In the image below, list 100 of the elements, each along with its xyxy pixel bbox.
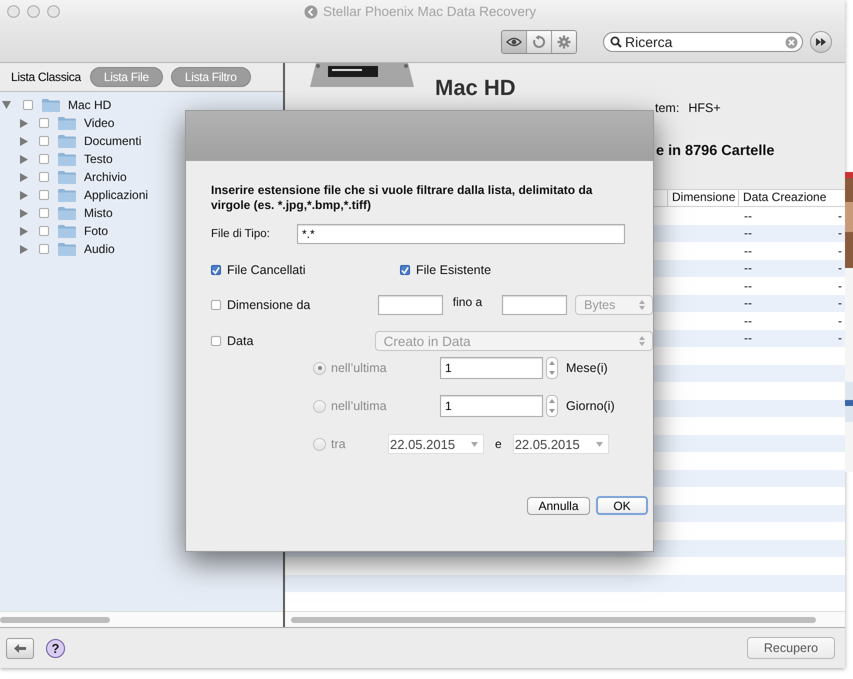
- unit-label: Giorno(i): [566, 399, 615, 413]
- clear-icon: [785, 36, 798, 49]
- updown-icon: [639, 300, 645, 310]
- table-cell-text: -: [837, 261, 842, 276]
- checkbox-label[interactable]: File Cancellati: [227, 263, 306, 277]
- column-header[interactable]: Dimensione: [667, 190, 738, 206]
- tree-item[interactable]: Documenti: [84, 134, 142, 148]
- help-button[interactable]: ?: [46, 638, 65, 658]
- checkbox[interactable]: [23, 100, 33, 110]
- scan-summary: e in 8796 Cartelle: [656, 143, 774, 159]
- table-cell-text: --: [743, 331, 753, 346]
- dropdown-arrow-icon: [596, 442, 603, 446]
- view-tab[interactable]: Lista Classica: [10, 67, 82, 87]
- field-label: File di Tipo:: [211, 228, 271, 240]
- stepper-icon: [546, 395, 558, 417]
- table-cell-text: --: [743, 296, 753, 310]
- ok-button[interactable]: OK: [596, 496, 648, 515]
- tree-item[interactable]: Foto: [84, 224, 108, 238]
- table-cell-text: --: [743, 208, 753, 223]
- table-cell-text: -: [837, 296, 842, 310]
- tree-item[interactable]: Mac HD: [68, 98, 112, 112]
- checkbox[interactable]: [39, 190, 49, 200]
- checkbox[interactable]: [39, 244, 49, 254]
- tree-item[interactable]: Audio: [84, 242, 115, 256]
- dropdown-arrow-icon: [471, 442, 478, 446]
- file-type-field[interactable]: *.*: [297, 224, 625, 244]
- cancel-button[interactable]: Annulla: [527, 496, 590, 514]
- file-system-value: HFS+: [688, 101, 721, 115]
- expand-triangle-icon[interactable]: [20, 190, 28, 200]
- file-system-label: tem:: [655, 101, 680, 115]
- expand-triangle-icon[interactable]: [20, 136, 28, 146]
- expand-triangle-icon[interactable]: [20, 244, 28, 254]
- size-to-field[interactable]: [502, 295, 568, 315]
- size-from-field[interactable]: [378, 295, 443, 315]
- folder-icon: [58, 224, 76, 238]
- forward-button[interactable]: [810, 31, 832, 53]
- refresh-button[interactable]: [527, 31, 552, 53]
- checkbox[interactable]: [39, 136, 49, 146]
- checkbox[interactable]: [39, 172, 49, 182]
- checkbox[interactable]: [39, 118, 49, 128]
- folder-icon: [58, 134, 76, 148]
- settings-icon: [557, 35, 571, 49]
- updown-icon: [639, 336, 645, 346]
- folder-icon: [58, 170, 76, 184]
- table-cell-text: -: [837, 226, 842, 240]
- field-label: fino a: [452, 295, 482, 309]
- folder-icon: [58, 188, 76, 202]
- column-header[interactable]: Data Creazione: [738, 190, 836, 206]
- back-button[interactable]: [6, 638, 34, 658]
- table-cell-text: --: [743, 226, 753, 240]
- range-separator: e: [495, 437, 502, 451]
- checkbox[interactable]: [39, 154, 49, 164]
- folder-icon: [42, 98, 60, 112]
- drive-name: Mac HD: [435, 75, 516, 101]
- tree-item[interactable]: Video: [84, 116, 114, 130]
- expand-triangle-icon[interactable]: [20, 226, 28, 236]
- preview-button[interactable]: [502, 31, 527, 53]
- search-icon: [610, 36, 622, 48]
- window-control-icon: [27, 4, 40, 18]
- table-cell-text: --: [743, 261, 753, 276]
- expand-triangle-icon[interactable]: [20, 118, 28, 128]
- eye-icon: [506, 37, 522, 47]
- checkbox-label[interactable]: File Esistente: [416, 263, 492, 277]
- window-title: Stellar Phoenix Mac Data Recovery: [323, 4, 536, 19]
- scrollbar-thumb[interactable]: [291, 616, 816, 622]
- tree-item[interactable]: Testo: [84, 152, 113, 166]
- recover-button[interactable]: Recupero: [747, 637, 835, 659]
- table-cell-text: --: [743, 244, 753, 258]
- collapse-triangle-icon[interactable]: [2, 101, 11, 109]
- search-field[interactable]: Ricerca: [603, 32, 803, 52]
- expand-triangle-icon[interactable]: [20, 154, 28, 164]
- expand-triangle-icon[interactable]: [20, 172, 28, 182]
- table-cell-text: -: [837, 331, 842, 346]
- folder-icon: [58, 242, 76, 256]
- checkbox[interactable]: [211, 265, 221, 275]
- left-arrow-icon: [14, 644, 26, 652]
- window-control-icon: [7, 4, 20, 18]
- folder-icon: [58, 152, 76, 166]
- checkbox[interactable]: [39, 208, 49, 218]
- tree-item[interactable]: Misto: [84, 206, 113, 220]
- check-icon: [212, 266, 220, 274]
- tree-item[interactable]: Applicazioni: [84, 188, 148, 202]
- table-cell-text: -: [837, 314, 842, 328]
- folder-icon: [58, 116, 76, 130]
- table-cell-text: -: [837, 244, 842, 258]
- instruction-text: Inserire estensione file che si vuole filtrare dalla lista, delimitato da virgole (es. *.jpg,*.bmp,*.tiff): [211, 183, 594, 213]
- window-control-icon: [47, 4, 60, 18]
- table-cell-text: --: [743, 278, 753, 293]
- scrollbar-thumb[interactable]: [0, 616, 110, 622]
- app-logo-icon: [304, 4, 318, 18]
- expand-triangle-icon[interactable]: [20, 208, 28, 218]
- checkbox[interactable]: [400, 265, 410, 275]
- stepper-icon: [546, 357, 558, 379]
- fast-forward-icon: [816, 38, 826, 46]
- checkbox[interactable]: [39, 226, 49, 236]
- folder-icon: [58, 206, 76, 220]
- settings-button[interactable]: [552, 31, 576, 53]
- table-cell-text: --: [743, 314, 753, 328]
- check-icon: [401, 266, 409, 274]
- tree-item[interactable]: Archivio: [84, 170, 127, 184]
